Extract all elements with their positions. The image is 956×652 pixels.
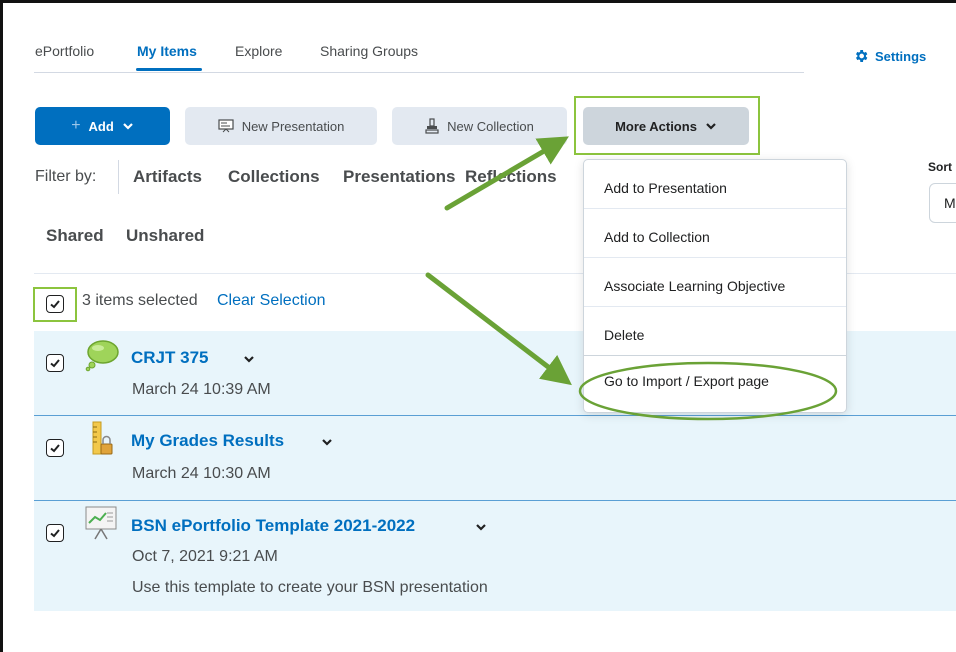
new-collection-button[interactable]: New Collection — [392, 107, 567, 145]
tab-my-items[interactable]: My Items — [137, 43, 197, 59]
collection-icon — [425, 118, 439, 134]
settings-link[interactable]: Settings — [853, 48, 926, 64]
filter-unshared[interactable]: Unshared — [126, 226, 204, 246]
selection-count: 3 items selected — [82, 292, 198, 309]
menu-item-associate-learning-objective[interactable]: Associate Learning Objective — [584, 258, 846, 307]
presentation-icon — [85, 506, 117, 540]
new-collection-label: New Collection — [447, 118, 534, 134]
chevron-down-icon[interactable] — [242, 352, 256, 366]
filter-collections[interactable]: Collections — [228, 167, 320, 187]
select-all-highlight — [33, 287, 77, 322]
menu-item-import-export[interactable]: Go to Import / Export page — [584, 356, 846, 405]
menu-item-delete[interactable]: Delete — [584, 307, 846, 356]
reflection-icon — [85, 340, 119, 372]
tabs-divider — [34, 72, 804, 73]
clear-selection-link[interactable]: Clear Selection — [217, 292, 326, 310]
presentation-icon — [218, 119, 234, 133]
item-title[interactable]: CRJT 375 — [131, 348, 208, 368]
item-date: March 24 10:39 AM — [132, 381, 271, 398]
item-checkbox[interactable] — [46, 439, 64, 457]
chevron-down-icon[interactable] — [474, 520, 488, 534]
filter-separator — [118, 160, 119, 194]
filter-label: Filter by: — [35, 168, 97, 185]
more-actions-menu: Add to Presentation Add to Collection As… — [583, 159, 847, 413]
more-actions-highlight — [574, 96, 760, 155]
new-presentation-button[interactable]: New Presentation — [185, 107, 377, 145]
filter-presentations[interactable]: Presentations — [343, 167, 455, 187]
filter-artifacts[interactable]: Artifacts — [133, 167, 202, 187]
active-tab-indicator — [136, 68, 202, 71]
tab-sharing-groups[interactable]: Sharing Groups — [320, 43, 418, 59]
checkmark-icon — [50, 444, 60, 453]
item-date: Oct 7, 2021 9:21 AM — [132, 548, 278, 565]
item-title[interactable]: My Grades Results — [131, 431, 284, 451]
item-title[interactable]: BSN ePortfolio Template 2021-2022 — [131, 516, 415, 536]
item-checkbox[interactable] — [46, 524, 64, 542]
checkmark-icon — [50, 359, 60, 368]
menu-item-add-to-presentation[interactable]: Add to Presentation — [584, 160, 846, 209]
item-checkbox[interactable] — [46, 354, 64, 372]
add-button[interactable]: + Add — [35, 107, 170, 145]
tab-explore[interactable]: Explore — [235, 43, 282, 59]
tab-eportfolio[interactable]: ePortfolio — [35, 43, 94, 59]
new-presentation-label: New Presentation — [241, 118, 345, 134]
settings-label: Settings — [875, 48, 927, 64]
filter-reflections[interactable]: Reflections — [465, 167, 557, 187]
sort-label: Sort — [928, 160, 952, 174]
ruler-lock-icon — [92, 421, 113, 455]
item-date: March 24 10:30 AM — [132, 465, 271, 482]
menu-item-add-to-collection[interactable]: Add to Collection — [584, 209, 846, 258]
sort-select[interactable]: M — [929, 183, 956, 223]
plus-icon: + — [71, 117, 81, 134]
list-item[interactable] — [34, 416, 956, 501]
item-description: Use this template to create your BSN pre… — [132, 579, 488, 596]
add-label: Add — [88, 118, 114, 134]
filter-shared[interactable]: Shared — [46, 226, 104, 246]
chevron-down-icon — [123, 123, 133, 130]
gear-icon — [856, 50, 868, 62]
chevron-down-icon[interactable] — [320, 435, 334, 449]
checkmark-icon — [50, 529, 60, 538]
